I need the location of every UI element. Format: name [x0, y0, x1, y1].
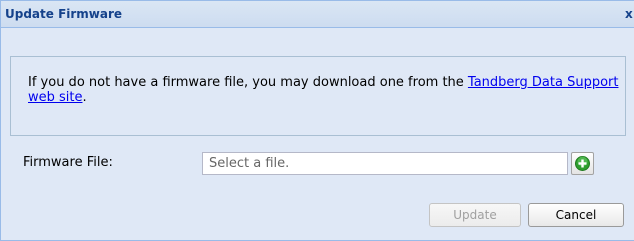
dialog-title: Update Firmware: [5, 7, 123, 21]
dialog-titlebar: Update Firmware x: [1, 1, 634, 28]
info-text-after: .: [82, 90, 87, 105]
firmware-file-label: Firmware File:: [23, 155, 113, 170]
firmware-file-input[interactable]: [202, 152, 568, 175]
cancel-button[interactable]: Cancel: [528, 203, 624, 227]
add-file-button[interactable]: [571, 152, 594, 175]
info-message: If you do not have a firmware file, you …: [28, 75, 628, 105]
info-text-before: If you do not have a firmware file, you …: [28, 75, 468, 90]
plus-circle-icon: [575, 156, 590, 171]
close-button[interactable]: x: [625, 7, 634, 21]
update-button[interactable]: Update: [429, 203, 521, 227]
update-firmware-dialog: Update Firmware x If you do not have a f…: [0, 0, 634, 241]
